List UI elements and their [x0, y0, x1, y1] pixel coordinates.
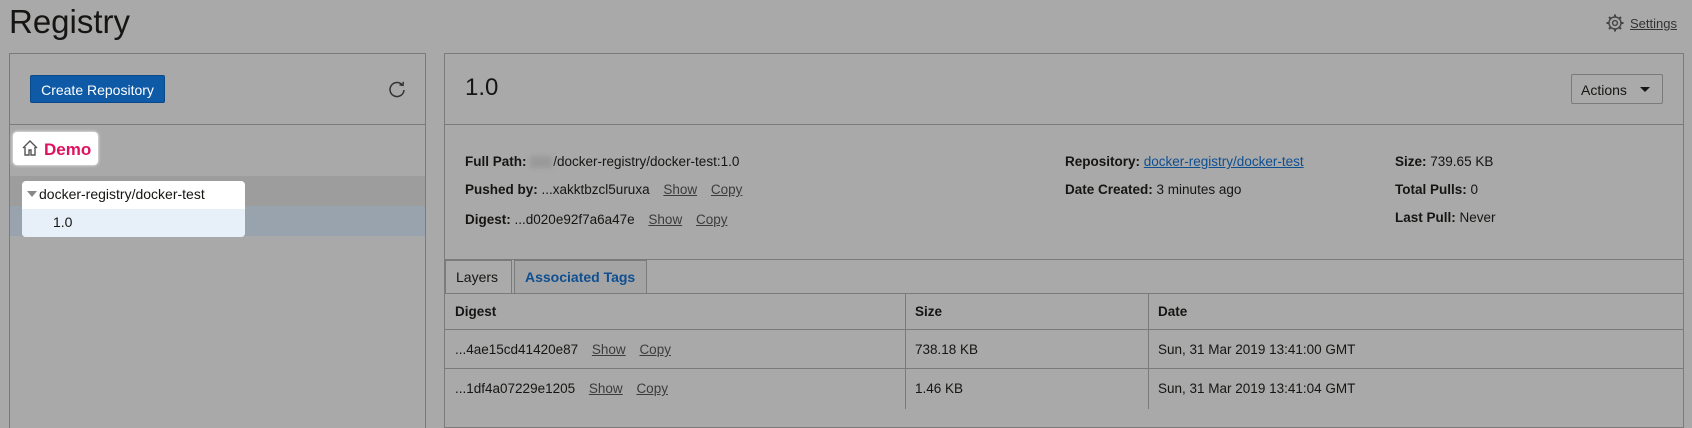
- refresh-icon[interactable]: [387, 79, 407, 99]
- column-divider: [905, 330, 906, 369]
- settings-link[interactable]: Settings: [1562, 14, 1692, 34]
- tab-layers[interactable]: Layers: [445, 260, 512, 293]
- total-pulls-row: Total Pulls: 0: [1395, 182, 1478, 197]
- full-path-row: Full Path: /docker-registry/docker-test:…: [465, 154, 739, 169]
- layer-digest: ...4ae15cd41420e87 Show Copy: [455, 342, 671, 368]
- column-header-digest[interactable]: Digest: [455, 304, 496, 329]
- layer-size: 738.18 KB: [915, 342, 979, 357]
- create-repository-button[interactable]: Create Repository: [30, 75, 165, 103]
- tree-highlight: docker-registry/docker-test 1.0: [22, 181, 245, 237]
- page-title: Registry: [9, 3, 131, 40]
- column-divider: [905, 369, 906, 409]
- repository-tree-panel: Create Repository Demo docker-registry/d…: [9, 53, 426, 428]
- table-row: ...4ae15cd41420e87 Show Copy 738.18 KB S…: [445, 329, 1683, 369]
- last-pull-label: Last Pull:: [1395, 210, 1456, 225]
- tab-associated-tags[interactable]: Associated Tags: [514, 260, 647, 293]
- redacted-namespace: [530, 156, 553, 169]
- image-detail-panel: 1.0 Actions Full Path: /docker-registry/…: [444, 53, 1684, 428]
- tree-repository-label[interactable]: docker-registry/docker-test: [39, 186, 205, 202]
- total-pulls-value: 0: [1470, 182, 1479, 197]
- date-created-value: 3 minutes ago: [1156, 182, 1242, 197]
- column-divider: [1148, 369, 1149, 409]
- layer-show-link[interactable]: Show: [592, 342, 626, 357]
- pushed-by-show-link[interactable]: Show: [663, 182, 697, 197]
- layer-show-link[interactable]: Show: [589, 381, 623, 396]
- actions-label: Actions: [1581, 82, 1627, 98]
- column-divider: [905, 294, 906, 330]
- image-tag-title: 1.0: [465, 74, 499, 101]
- digest-row: Digest: ...d020e92f7a6a47e Show Copy: [465, 212, 727, 227]
- compartment-badge[interactable]: Demo: [13, 132, 98, 165]
- date-created-label: Date Created:: [1065, 182, 1153, 197]
- pushed-by-row: Pushed by: ...xakktbzcl5uruxa Show Copy: [465, 182, 742, 197]
- last-pull-row: Last Pull: Never: [1395, 210, 1496, 225]
- layer-date: Sun, 31 Mar 2019 13:41:00 GMT: [1158, 342, 1356, 357]
- digest-copy-link[interactable]: Copy: [696, 212, 728, 227]
- settings-label: Settings: [1630, 16, 1677, 31]
- repository-row: Repository: docker-registry/docker-test: [1065, 154, 1304, 169]
- pushed-by-label: Pushed by:: [465, 182, 538, 197]
- column-header-size[interactable]: Size: [915, 304, 942, 329]
- digest-show-link[interactable]: Show: [648, 212, 682, 227]
- repository-label: Repository:: [1065, 154, 1141, 169]
- repository-link[interactable]: docker-registry/docker-test: [1144, 154, 1304, 169]
- left-toolbar: Create Repository: [10, 54, 425, 125]
- layer-date: Sun, 31 Mar 2019 13:41:04 GMT: [1158, 381, 1356, 396]
- caret-down-icon: [1640, 87, 1650, 92]
- gear-icon: [1606, 14, 1624, 32]
- size-row: Size: 739.65 KB: [1395, 154, 1493, 169]
- caret-down-icon[interactable]: [27, 191, 37, 197]
- column-divider: [1148, 294, 1149, 330]
- tree-tag-label[interactable]: 1.0: [53, 214, 72, 230]
- column-divider: [1148, 330, 1149, 369]
- layer-copy-link[interactable]: Copy: [636, 381, 668, 396]
- layer-digest-value: ...4ae15cd41420e87: [455, 342, 579, 357]
- detail-header: 1.0 Actions: [445, 54, 1683, 125]
- size-value: 739.65 KB: [1430, 154, 1494, 169]
- digest-value: ...d020e92f7a6a47e: [514, 212, 635, 227]
- actions-button[interactable]: Actions: [1571, 74, 1663, 104]
- digest-label: Digest:: [465, 212, 511, 227]
- layer-copy-link[interactable]: Copy: [639, 342, 671, 357]
- pushed-by-copy-link[interactable]: Copy: [711, 182, 743, 197]
- layer-size: 1.46 KB: [915, 381, 964, 396]
- home-icon: [22, 140, 38, 156]
- full-path-value: /docker-registry/docker-test:1.0: [553, 154, 740, 169]
- date-created-row: Date Created: 3 minutes ago: [1065, 182, 1241, 197]
- compartment-label: Demo: [44, 140, 92, 159]
- full-path-label: Full Path:: [465, 154, 527, 169]
- column-header-date[interactable]: Date: [1158, 304, 1187, 329]
- layer-digest-value: ...1df4a07229e1205: [455, 381, 576, 396]
- size-label: Size:: [1395, 154, 1427, 169]
- table-row: ...1df4a07229e1205 Show Copy 1.46 KB Sun…: [445, 368, 1683, 409]
- table-header-row: Digest Size Date: [445, 293, 1683, 330]
- total-pulls-label: Total Pulls:: [1395, 182, 1467, 197]
- layer-digest: ...1df4a07229e1205 Show Copy: [455, 381, 668, 408]
- last-pull-value: Never: [1459, 210, 1496, 225]
- pushed-by-value: ...xakktbzcl5uruxa: [541, 182, 650, 197]
